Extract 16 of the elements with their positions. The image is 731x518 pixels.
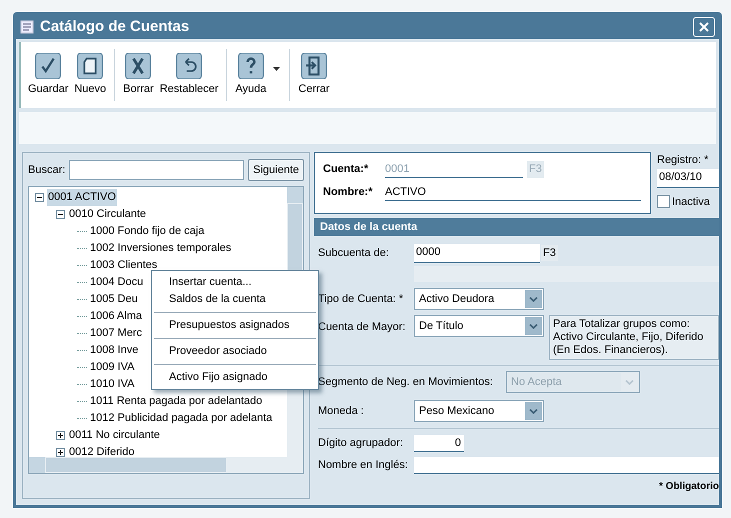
account-type-label: Tipo de Cuenta: * [318,292,404,307]
account-label: Cuenta:* [323,162,370,178]
info-note: Para Totalizar grupos como: Activo Circulante, Fijo, Diferido (En Edos. Financieros). [549,315,719,360]
required-note: * Obligatorio [659,480,719,494]
segment-label: Segmento de Neg. en Movimientos: [318,374,494,390]
date-label: Registro: * [657,153,710,168]
ledger-account-label: Cuenta de Mayor: [318,320,406,335]
subaccount-label: Subcuenta de: [318,246,390,261]
search-label: Buscar: [28,162,66,178]
english-name-label: Nombre en Inglés: [318,458,409,474]
section-header: Datos de la cuenta [314,218,719,236]
inactive-label: Inactiva [672,194,710,210]
grouping-digit-label: Dígito agrupador: [318,436,404,452]
window-title: Catálogo de Cuentas [40,16,190,37]
name-label: Nombre:* [323,185,374,200]
currency-label: Moneda : [318,404,365,419]
